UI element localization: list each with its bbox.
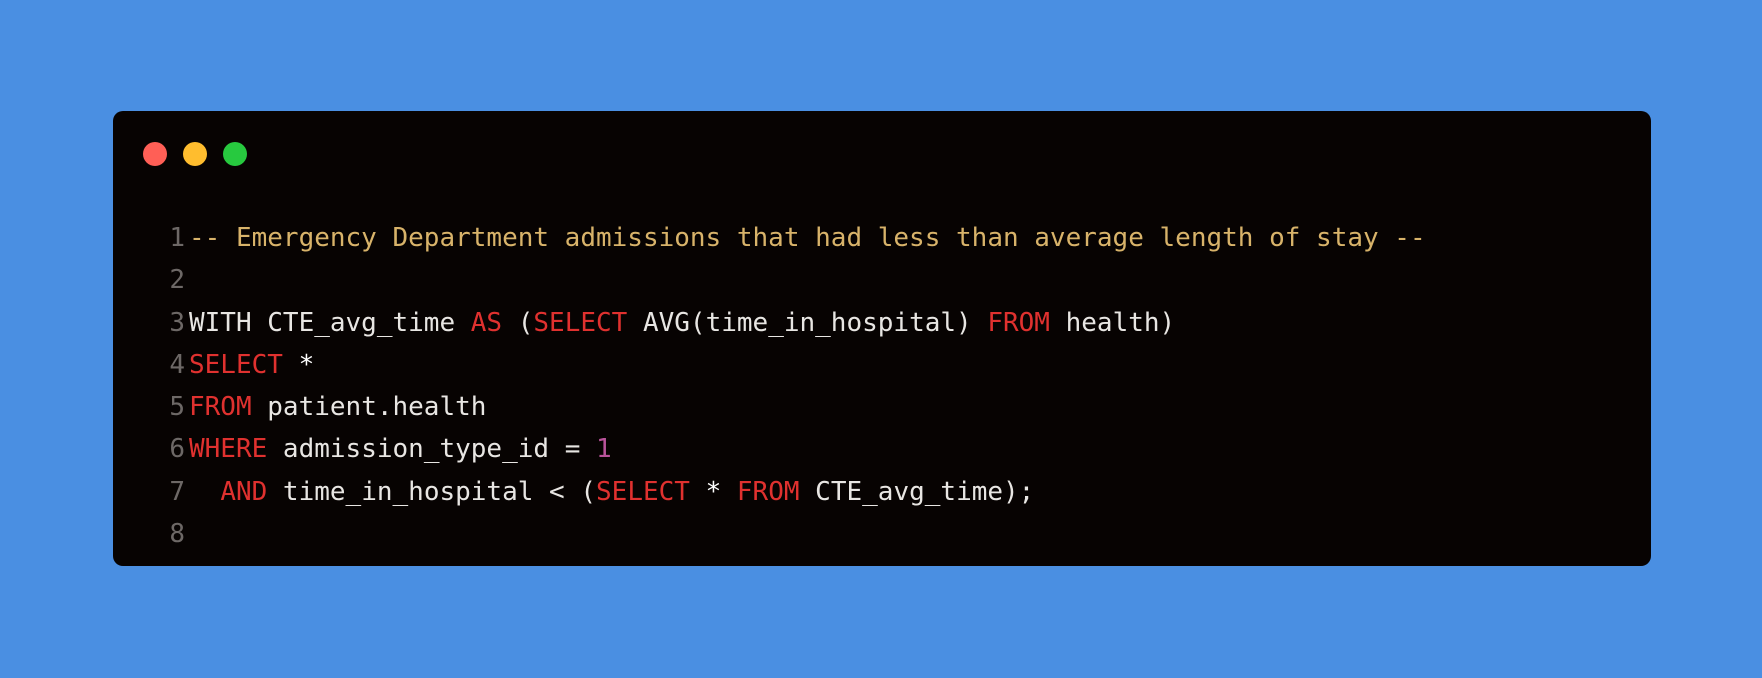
code-line: 5 FROM patient.health xyxy=(113,386,1651,428)
line-number: 1 xyxy=(169,223,185,253)
code-token-keyword: AS xyxy=(470,307,503,338)
code-token-operator: * xyxy=(705,476,722,507)
line-source: -- Emergency Department admissions that … xyxy=(189,223,1426,253)
code-window: 1 -- Emergency Department admissions that… xyxy=(113,111,1651,566)
code-token-number: 1 xyxy=(596,434,612,465)
minimize-dot-icon[interactable] xyxy=(183,142,207,166)
code-token-plain: time_in_hospital < ( xyxy=(267,476,597,507)
code-token-plain: ( xyxy=(502,307,534,338)
code-line: 2 xyxy=(113,259,1651,301)
code-token-operator: * xyxy=(298,349,315,380)
code-token-keyword: WHERE xyxy=(189,434,268,465)
code-token-plain: admission_type_id = xyxy=(267,434,597,465)
code-token-keyword: SELECT xyxy=(533,307,628,338)
code-token-plain: WITH CTE_avg_time xyxy=(189,307,471,338)
code-token-keyword: FROM xyxy=(987,307,1050,338)
line-number: 7 xyxy=(169,476,185,507)
line-source: SELECT * xyxy=(189,350,314,380)
code-line: 7 AND time_in_hospital < (SELECT * FROM … xyxy=(113,471,1651,513)
code-token-plain: CTE_avg_time); xyxy=(799,476,1035,507)
code-token-plain: AVG(time_in_hospital) xyxy=(627,307,988,338)
maximize-dot-icon[interactable] xyxy=(223,142,247,166)
code-token-keyword: AND xyxy=(220,476,268,507)
code-line: 1 -- Emergency Department admissions that… xyxy=(113,217,1651,259)
code-block[interactable]: 1 -- Emergency Department admissions that… xyxy=(113,217,1651,555)
code-token-plain: patient.health xyxy=(251,392,487,423)
line-number: 2 xyxy=(169,265,185,296)
line-number: 5 xyxy=(169,392,185,423)
line-source: AND time_in_hospital < (SELECT * FROM CT… xyxy=(189,477,1034,507)
code-token-plain: health) xyxy=(1049,307,1176,338)
line-number: 3 xyxy=(169,307,185,338)
line-number: 4 xyxy=(169,349,185,380)
code-line: 8 xyxy=(113,513,1651,555)
code-token-keyword: SELECT xyxy=(596,476,690,507)
line-number: 6 xyxy=(169,434,185,465)
line-source: WHERE admission_type_id = 1 xyxy=(189,434,612,464)
code-token-keyword: SELECT xyxy=(189,349,283,380)
line-source: WITH CTE_avg_time AS (SELECT AVG(time_in… xyxy=(189,308,1175,338)
page-background: { "theme": { "background": "#4a8fe2", "e… xyxy=(0,0,1762,678)
close-dot-icon[interactable] xyxy=(143,142,167,166)
code-token-keyword: FROM xyxy=(736,476,800,507)
code-line: 4 SELECT * xyxy=(113,344,1651,386)
code-line: 6 WHERE admission_type_id = 1 xyxy=(113,428,1651,470)
code-token-keyword: FROM xyxy=(189,392,252,423)
code-line: 3 WITH CTE_avg_time AS (SELECT AVG(time_i… xyxy=(113,302,1651,344)
code-token-comment: -- Emergency Department admissions that … xyxy=(189,223,1426,253)
line-source: FROM patient.health xyxy=(189,392,486,422)
line-number: 8 xyxy=(169,519,185,550)
